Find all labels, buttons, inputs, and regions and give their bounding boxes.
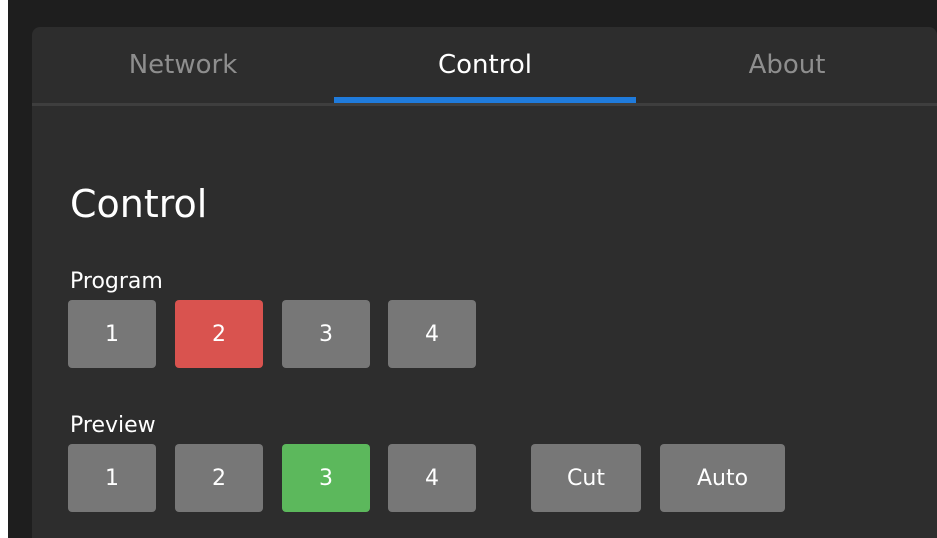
tab-network[interactable]: Network	[32, 27, 334, 103]
program-label: Program	[70, 269, 163, 294]
preview-label: Preview	[70, 413, 156, 438]
tab-about[interactable]: About	[636, 27, 937, 103]
tab-bar: Network Control About	[32, 27, 937, 106]
cut-button[interactable]: Cut	[531, 444, 641, 512]
preview-button-4[interactable]: 4	[388, 444, 476, 512]
tab-control[interactable]: Control	[334, 27, 636, 103]
app-frame: Network Control About Control Program 1 …	[8, 0, 937, 538]
auto-button[interactable]: Auto	[660, 444, 785, 512]
page-title: Control	[70, 182, 208, 226]
program-button-3[interactable]: 3	[282, 300, 370, 368]
program-button-4[interactable]: 4	[388, 300, 476, 368]
active-tab-indicator	[334, 97, 636, 103]
main-panel: Network Control About Control Program 1 …	[32, 27, 937, 538]
program-button-1[interactable]: 1	[68, 300, 156, 368]
program-button-2[interactable]: 2	[175, 300, 263, 368]
preview-button-2[interactable]: 2	[175, 444, 263, 512]
preview-button-3[interactable]: 3	[282, 444, 370, 512]
preview-button-1[interactable]: 1	[68, 444, 156, 512]
